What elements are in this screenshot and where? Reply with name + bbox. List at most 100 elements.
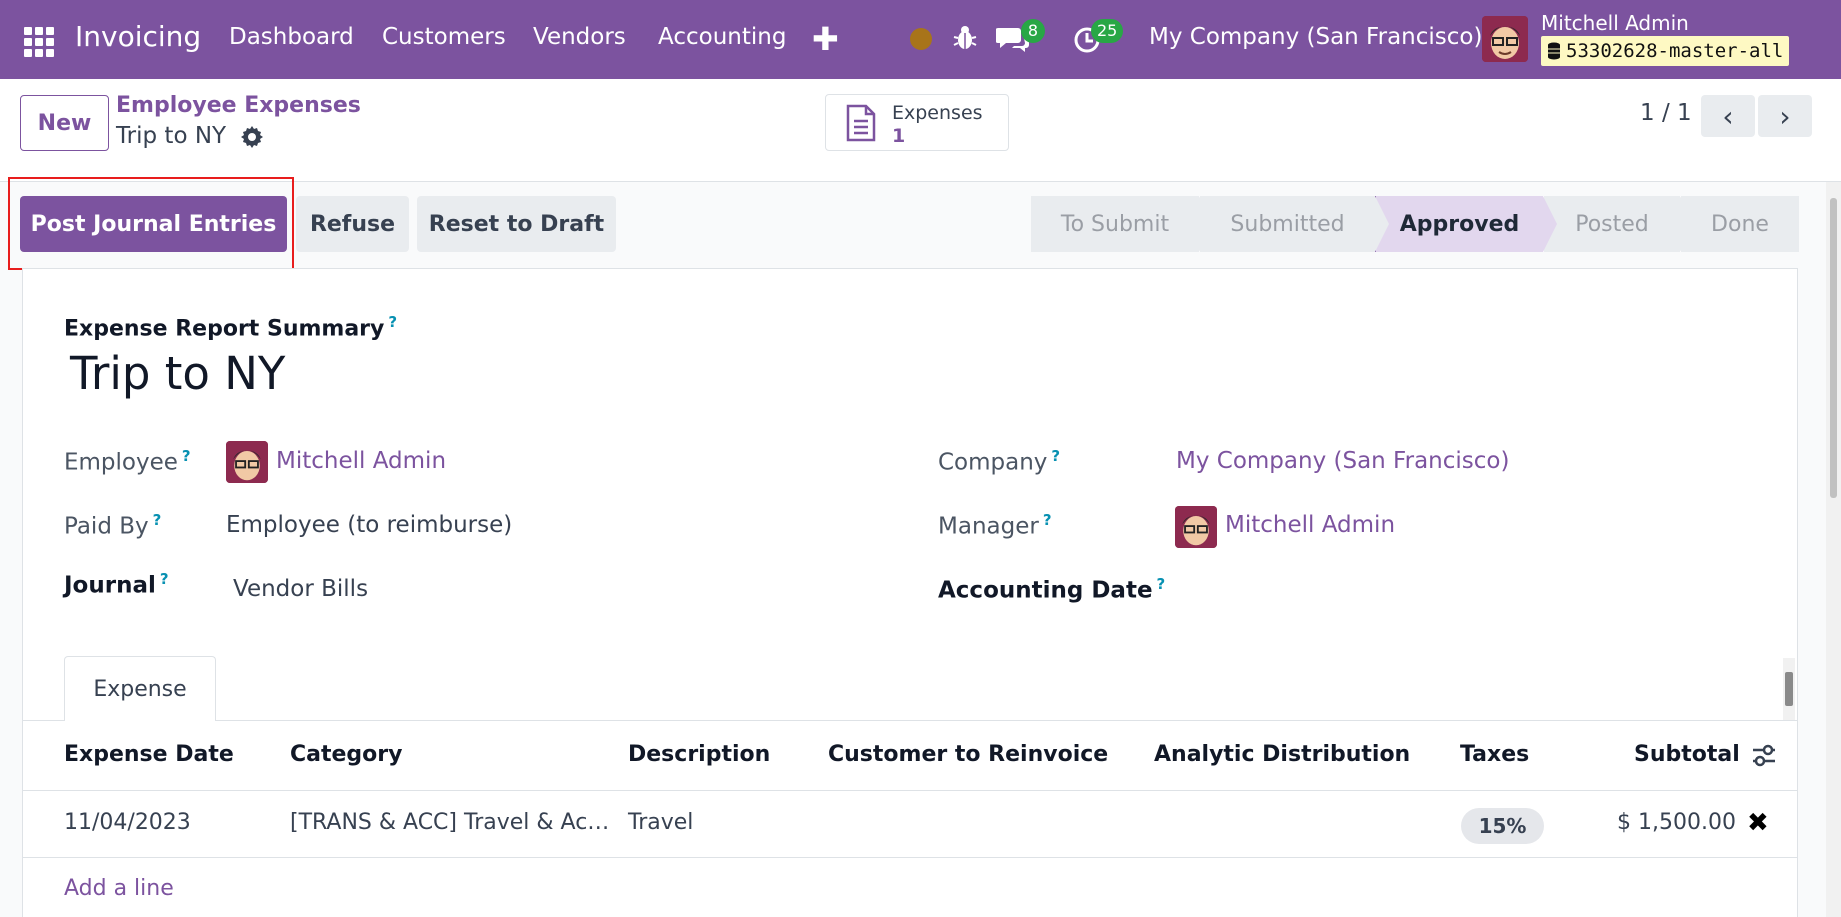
activities-badge: 25 bbox=[1091, 19, 1124, 43]
gear-icon[interactable] bbox=[240, 125, 264, 149]
menu-vendors[interactable]: Vendors bbox=[533, 24, 626, 50]
journal-label-text: Journal bbox=[64, 572, 156, 599]
manager-field[interactable]: Mitchell Admin bbox=[1225, 512, 1395, 538]
smart-button-count: 1 bbox=[892, 125, 906, 147]
user-name[interactable]: Mitchell Admin bbox=[1541, 11, 1689, 35]
post-journal-entries-button[interactable]: Post Journal Entries bbox=[20, 196, 287, 252]
column-settings-icon[interactable] bbox=[1751, 744, 1777, 768]
menu-dashboard[interactable]: Dashboard bbox=[229, 24, 354, 50]
help-icon[interactable]: ? bbox=[1157, 575, 1166, 593]
tab-scrollbar-thumb[interactable] bbox=[1785, 672, 1793, 706]
menu-accounting[interactable]: Accounting bbox=[658, 24, 786, 50]
cell-expense-date[interactable]: 11/04/2023 bbox=[64, 810, 191, 835]
help-icon[interactable]: ? bbox=[1051, 447, 1060, 465]
help-icon[interactable]: ? bbox=[160, 570, 169, 588]
paid-by-label-text: Paid By bbox=[64, 513, 149, 540]
database-icon bbox=[1548, 42, 1560, 60]
page-scrollbar[interactable] bbox=[1826, 182, 1841, 917]
stage-posted[interactable]: Posted bbox=[1543, 196, 1694, 252]
employee-label-text: Employee bbox=[64, 449, 178, 476]
stage-to-submit[interactable]: To Submit bbox=[1031, 196, 1213, 252]
expenses-smart-button[interactable]: Expenses 1 bbox=[825, 94, 1009, 151]
column-header-subtotal[interactable]: Subtotal bbox=[1634, 742, 1740, 767]
journal-field[interactable]: Vendor Bills bbox=[233, 576, 368, 602]
company-switcher[interactable]: My Company (San Francisco) bbox=[1149, 24, 1482, 50]
add-line-link[interactable]: Add a line bbox=[64, 876, 174, 901]
stage-submitted[interactable]: Submitted bbox=[1199, 196, 1389, 252]
cell-description[interactable]: Travel bbox=[628, 810, 693, 835]
report-title[interactable]: Trip to NY bbox=[70, 347, 285, 400]
messages-badge: 8 bbox=[1021, 19, 1045, 43]
row-divider bbox=[22, 857, 1798, 858]
paid-by-field[interactable]: Employee (to reimburse) bbox=[226, 512, 512, 538]
tab-expense[interactable]: Expense bbox=[64, 656, 216, 721]
employee-field[interactable]: Mitchell Admin bbox=[276, 448, 446, 474]
pager-previous-button[interactable]: ‹ bbox=[1701, 95, 1755, 137]
tax-badge[interactable]: 15% bbox=[1461, 808, 1544, 844]
cell-subtotal[interactable]: $ 1,500.00 bbox=[1617, 810, 1736, 835]
document-icon bbox=[846, 104, 876, 142]
manager-label-text: Manager bbox=[938, 513, 1039, 540]
status-dot-icon[interactable] bbox=[910, 28, 932, 50]
user-avatar[interactable] bbox=[1482, 16, 1528, 62]
chevron-left-icon: ‹ bbox=[1722, 99, 1734, 133]
database-name: 53302628-master-all bbox=[1566, 40, 1784, 62]
stage-separator bbox=[1199, 196, 1213, 252]
stage-approved[interactable]: Approved bbox=[1375, 196, 1557, 252]
reset-to-draft-button[interactable]: Reset to Draft bbox=[417, 196, 616, 252]
column-header-customer[interactable]: Customer to Reinvoice bbox=[828, 742, 1108, 767]
summary-label-text: Expense Report Summary bbox=[64, 316, 385, 342]
new-button[interactable]: New bbox=[20, 95, 109, 151]
stage-label: Submitted bbox=[1230, 211, 1345, 237]
refuse-button[interactable]: Refuse bbox=[296, 196, 409, 252]
chevron-right-icon: › bbox=[1779, 99, 1791, 133]
paid-by-label: Paid By? bbox=[64, 511, 161, 540]
page-scrollbar-thumb[interactable] bbox=[1830, 198, 1837, 498]
cell-category[interactable]: [TRANS & ACC] Travel & Ac… bbox=[290, 810, 609, 835]
help-icon[interactable]: ? bbox=[153, 511, 162, 529]
stage-separator bbox=[1375, 196, 1389, 252]
header-divider bbox=[22, 790, 1798, 791]
top-navbar: Invoicing Dashboard Customers Vendors Ac… bbox=[0, 0, 1841, 79]
column-header-description[interactable]: Description bbox=[628, 742, 770, 767]
app-name[interactable]: Invoicing bbox=[75, 20, 201, 53]
breadcrumb-current: Trip to NY bbox=[116, 123, 227, 149]
company-label-text: Company bbox=[938, 449, 1048, 476]
column-header-expense-date[interactable]: Expense Date bbox=[64, 742, 234, 767]
help-icon[interactable]: ? bbox=[182, 447, 191, 465]
column-header-category[interactable]: Category bbox=[290, 742, 402, 767]
tab-divider bbox=[22, 720, 1798, 721]
tab-scrollbar[interactable] bbox=[1783, 658, 1795, 720]
database-label: 53302628-master-all bbox=[1541, 36, 1790, 66]
accounting-date-label: Accounting Date? bbox=[938, 575, 1165, 604]
stage-label: Done bbox=[1711, 211, 1769, 237]
company-label: Company? bbox=[938, 447, 1060, 476]
breadcrumb-parent[interactable]: Employee Expenses bbox=[116, 93, 361, 118]
menu-customers[interactable]: Customers bbox=[382, 24, 506, 50]
employee-avatar bbox=[226, 441, 268, 483]
stage-separator bbox=[1680, 196, 1694, 252]
plus-icon[interactable]: ✚ bbox=[812, 20, 839, 58]
help-icon[interactable]: ? bbox=[388, 313, 397, 331]
stage-label: Posted bbox=[1575, 211, 1649, 237]
journal-label: Journal? bbox=[64, 570, 169, 599]
employee-label: Employee? bbox=[64, 447, 191, 476]
stage-label: To Submit bbox=[1060, 211, 1170, 237]
column-header-analytic[interactable]: Analytic Distribution bbox=[1154, 742, 1410, 767]
stage-separator bbox=[1543, 196, 1557, 252]
bug-icon[interactable] bbox=[953, 25, 977, 51]
company-field[interactable]: My Company (San Francisco) bbox=[1176, 448, 1509, 474]
pager-value[interactable]: 1 / 1 bbox=[1640, 100, 1692, 126]
stage-done[interactable]: Done bbox=[1680, 196, 1799, 252]
manager-label: Manager? bbox=[938, 511, 1052, 540]
smart-button-label: Expenses bbox=[892, 102, 983, 124]
delete-row-icon[interactable]: ✖ bbox=[1747, 808, 1769, 838]
column-header-taxes[interactable]: Taxes bbox=[1460, 742, 1529, 767]
pager-next-button[interactable]: › bbox=[1758, 95, 1812, 137]
help-icon[interactable]: ? bbox=[1043, 511, 1052, 529]
manager-avatar bbox=[1175, 506, 1217, 548]
apps-grid-icon[interactable] bbox=[24, 27, 54, 57]
summary-label: Expense Report Summary? bbox=[64, 313, 397, 341]
control-panel: New Employee Expenses Trip to NY Expense… bbox=[0, 79, 1841, 182]
stage-label: Approved bbox=[1399, 211, 1520, 237]
